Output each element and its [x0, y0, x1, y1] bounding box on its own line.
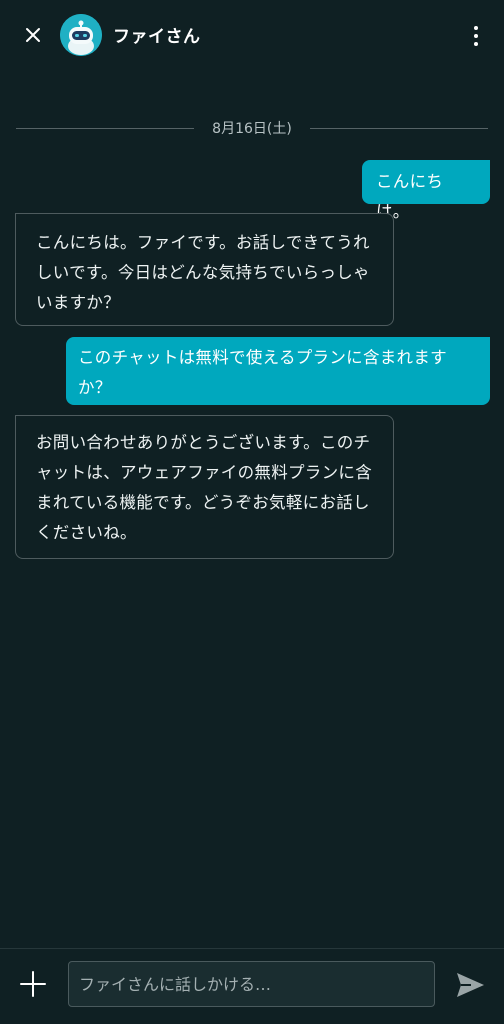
more-vertical-icon-dot	[474, 42, 478, 46]
send-button[interactable]	[453, 968, 487, 1002]
date-divider: 8月16日(土)	[16, 118, 488, 138]
bot-message: お問い合わせありがとうございます。このチャットは、アウェアファイの無料プランに含…	[15, 415, 394, 559]
close-icon	[26, 28, 40, 42]
message-input[interactable]	[68, 961, 435, 1007]
add-button[interactable]	[16, 966, 50, 1002]
robot-avatar-icon	[60, 14, 102, 56]
send-icon	[457, 973, 484, 997]
user-message: このチャットは無料で使えるプランに含まれますか？	[66, 337, 490, 405]
more-vertical-icon	[474, 26, 478, 30]
composer-divider	[0, 948, 504, 949]
divider-line	[16, 127, 195, 129]
more-options-button[interactable]	[466, 20, 486, 52]
close-button[interactable]	[18, 20, 48, 50]
header: ファイさん	[0, 0, 504, 72]
divider-line	[309, 127, 488, 129]
bot-message: こんにちは。ファイです。お話しできてうれしいです。今日はどんな気持ちでいらっしゃ…	[15, 213, 394, 326]
more-vertical-icon-dot	[474, 34, 478, 38]
chat-title: ファイさん	[113, 27, 201, 47]
user-message: こんにちは。	[362, 160, 490, 221]
date-label: 8月16日(土)	[212, 121, 292, 137]
chat-screen: ファイさん 8月16日(土) こんにちは。 こんにちは。ファイです。お話しできて…	[0, 0, 504, 1024]
plus-icon	[20, 971, 46, 997]
avatar	[60, 14, 102, 56]
